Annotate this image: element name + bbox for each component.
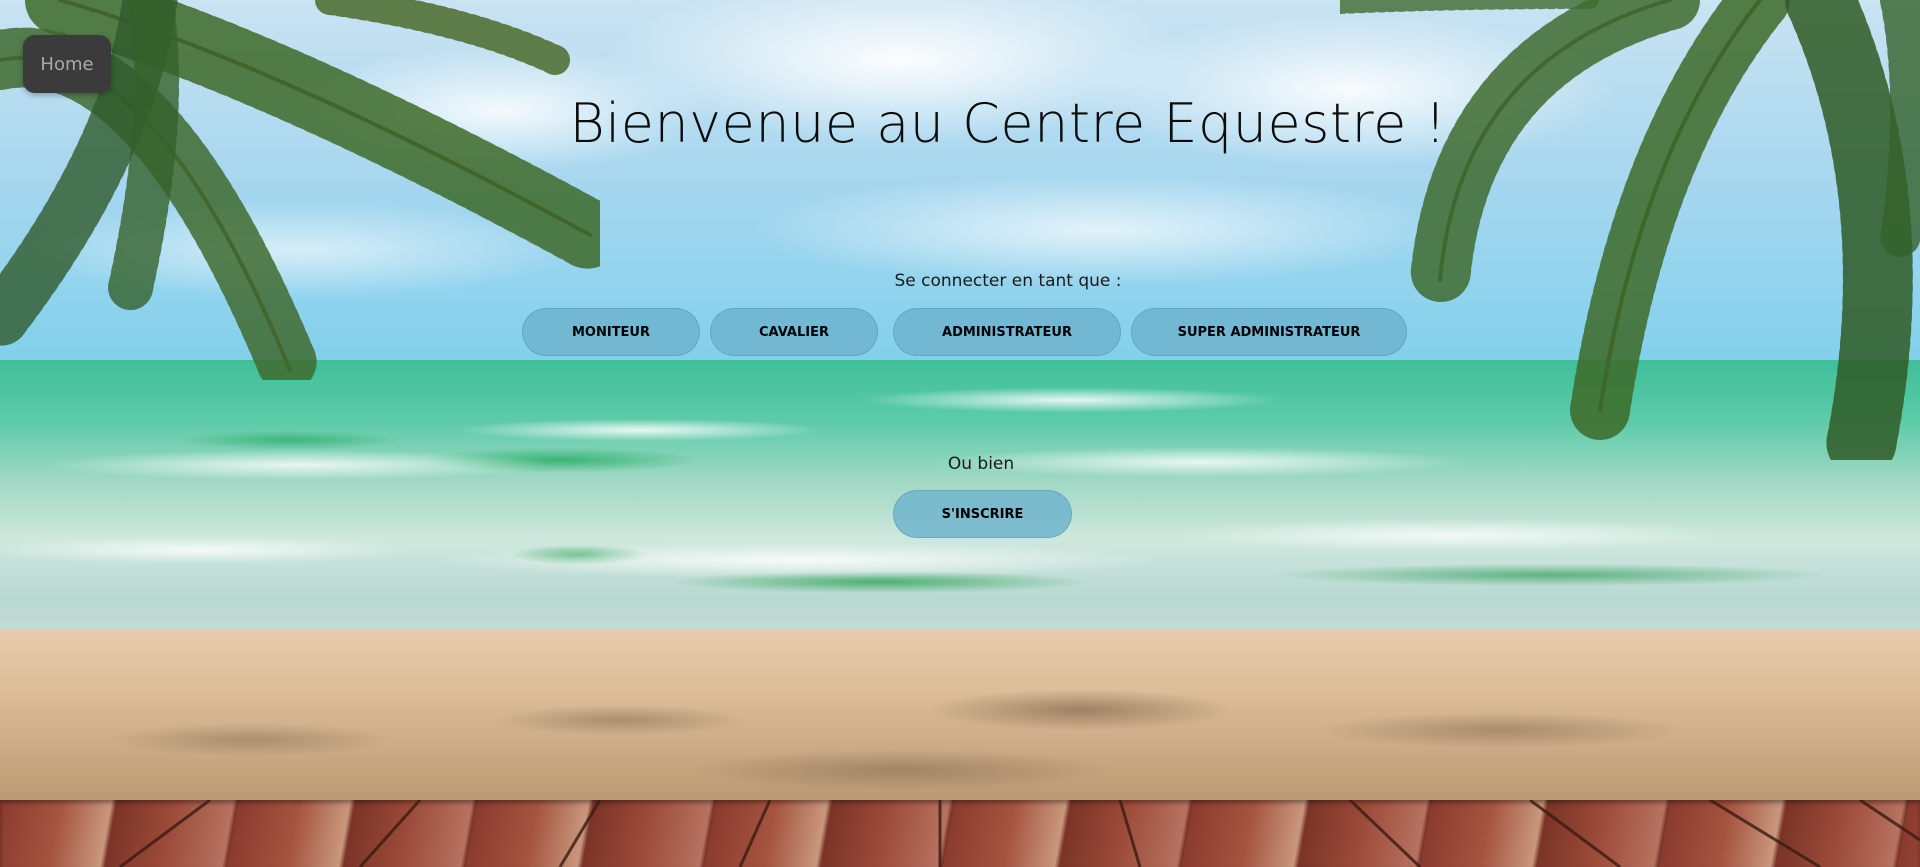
login-cavalier-button[interactable]: CAVALIER [710,308,878,356]
deck-plank-lines [119,800,1920,867]
login-prompt: Se connecter en tant que : [894,271,1122,291]
background-sand [0,630,1920,810]
register-button[interactable]: S'INSCRIRE [893,490,1072,538]
page: Home Bienvenue au Centre Equestre ! Se c… [0,0,1920,867]
login-administrateur-button[interactable]: ADMINISTRATEUR [893,308,1121,356]
login-super-administrateur-button[interactable]: SUPER ADMINISTRATEUR [1131,308,1407,356]
role-button-group: MONITEUR CAVALIER ADMINISTRATEUR SUPER A… [522,308,1407,356]
page-title: Bienvenue au Centre Equestre ! [569,92,1447,155]
palm-leaves-right-icon [1340,0,1920,460]
or-separator-text: Ou bien [947,454,1015,474]
login-moniteur-button[interactable]: MONITEUR [522,308,700,356]
home-button[interactable]: Home [23,35,111,93]
